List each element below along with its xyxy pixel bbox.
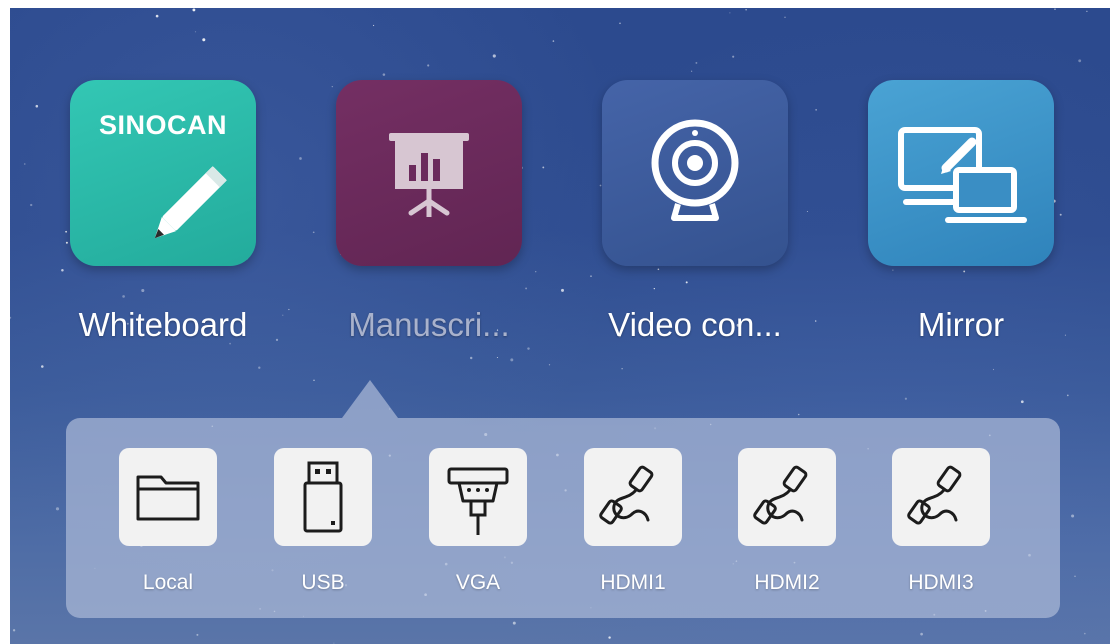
- source-tile-hdmi3[interactable]: [892, 448, 990, 546]
- app-label-mirror: Mirror: [917, 306, 1005, 343]
- source-tile-usb[interactable]: [274, 448, 372, 546]
- app-label-video-conference: Video con...: [608, 306, 782, 343]
- hdmi-cable-icon: [907, 465, 962, 525]
- home-screen: SINOCAN Whiteboard Manuscri... Video con…: [10, 8, 1110, 644]
- source-label-local: Local: [142, 571, 194, 594]
- source-tile-vga[interactable]: [429, 448, 527, 546]
- app-label-manuscript: Manuscri...: [348, 306, 510, 343]
- manuscript-tile[interactable]: [336, 80, 522, 266]
- folder-icon: [136, 475, 200, 521]
- source-label-vga: VGA: [455, 571, 501, 594]
- webcam-icon: [651, 119, 739, 221]
- hdmi-cable-icon: [599, 465, 654, 525]
- app-mirror[interactable]: Mirror: [868, 80, 1054, 344]
- source-label-hdmi2: HDMI2: [754, 571, 820, 594]
- screen-mirror-icon: [898, 127, 1027, 223]
- source-selection-popup: Local USB VGA HDMI1 HDMI2 HDMI3: [66, 418, 1060, 618]
- presentation-chart-icon: [389, 133, 469, 217]
- hdmi-cable-icon: [753, 465, 808, 525]
- usb-drive-icon: [303, 461, 343, 533]
- mirror-tile[interactable]: [868, 80, 1054, 266]
- source-label-hdmi3: HDMI3: [908, 571, 974, 594]
- app-whiteboard[interactable]: SINOCAN Whiteboard: [70, 80, 256, 344]
- app-video-conference[interactable]: Video con...: [602, 80, 788, 344]
- video-conference-tile[interactable]: [602, 80, 788, 266]
- source-label-usb: USB: [301, 571, 345, 594]
- source-tile-local[interactable]: [119, 448, 217, 546]
- source-hdmi1[interactable]: HDMI1: [573, 448, 693, 595]
- source-label-hdmi1: HDMI1: [600, 571, 666, 594]
- popup-pointer: [342, 380, 398, 418]
- source-usb[interactable]: USB: [263, 448, 383, 595]
- source-hdmi3[interactable]: HDMI3: [881, 448, 1001, 595]
- source-tile-hdmi2[interactable]: [738, 448, 836, 546]
- source-vga[interactable]: VGA: [418, 448, 538, 595]
- source-local[interactable]: Local: [108, 448, 228, 595]
- vga-connector-icon: [447, 467, 509, 535]
- source-hdmi2[interactable]: HDMI2: [727, 448, 847, 595]
- app-manuscript[interactable]: Manuscri...: [336, 80, 522, 344]
- whiteboard-tile[interactable]: SINOCAN: [70, 80, 256, 266]
- app-label-whiteboard: Whiteboard: [78, 306, 248, 343]
- pen-icon: [154, 166, 227, 239]
- source-tile-hdmi1[interactable]: [584, 448, 682, 546]
